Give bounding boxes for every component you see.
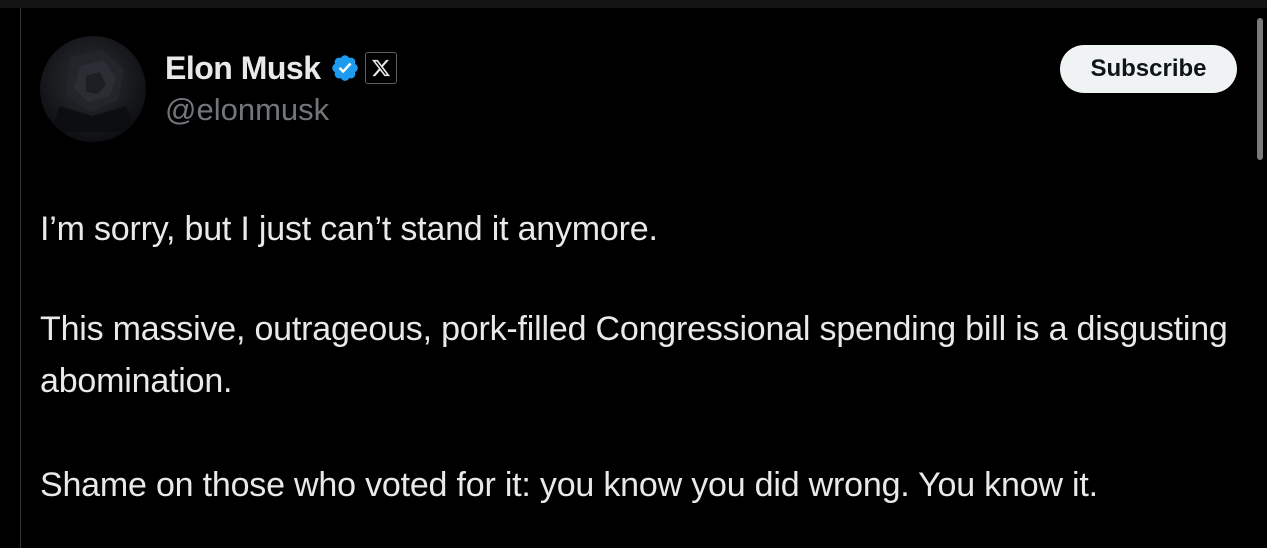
subscribe-button[interactable]: Subscribe	[1060, 45, 1237, 93]
avatar[interactable]	[40, 36, 146, 142]
post-detail-view: Elon Musk @elonmusk Subscribe I’m sorry,…	[0, 0, 1267, 548]
post-text-paragraph-2: This massive, outrageous, pork-filled Co…	[40, 310, 1228, 400]
avatar-image	[50, 50, 136, 132]
post-text-paragraph-3: Shame on those who voted for it: you kno…	[40, 466, 1098, 504]
top-divider	[0, 0, 1267, 8]
post-text-paragraph-1: I’m sorry, but I just can’t stand it any…	[40, 210, 658, 248]
x-logo-icon	[371, 59, 390, 77]
author-name-row: Elon Musk	[165, 47, 397, 89]
author-handle[interactable]: @elonmusk	[165, 90, 329, 130]
affiliate-badge[interactable]	[364, 52, 397, 84]
verified-badge-icon[interactable]	[330, 53, 360, 83]
scrollbar-thumb[interactable]	[1257, 18, 1263, 160]
author-display-name[interactable]: Elon Musk	[165, 48, 321, 88]
left-column-border	[20, 8, 21, 548]
